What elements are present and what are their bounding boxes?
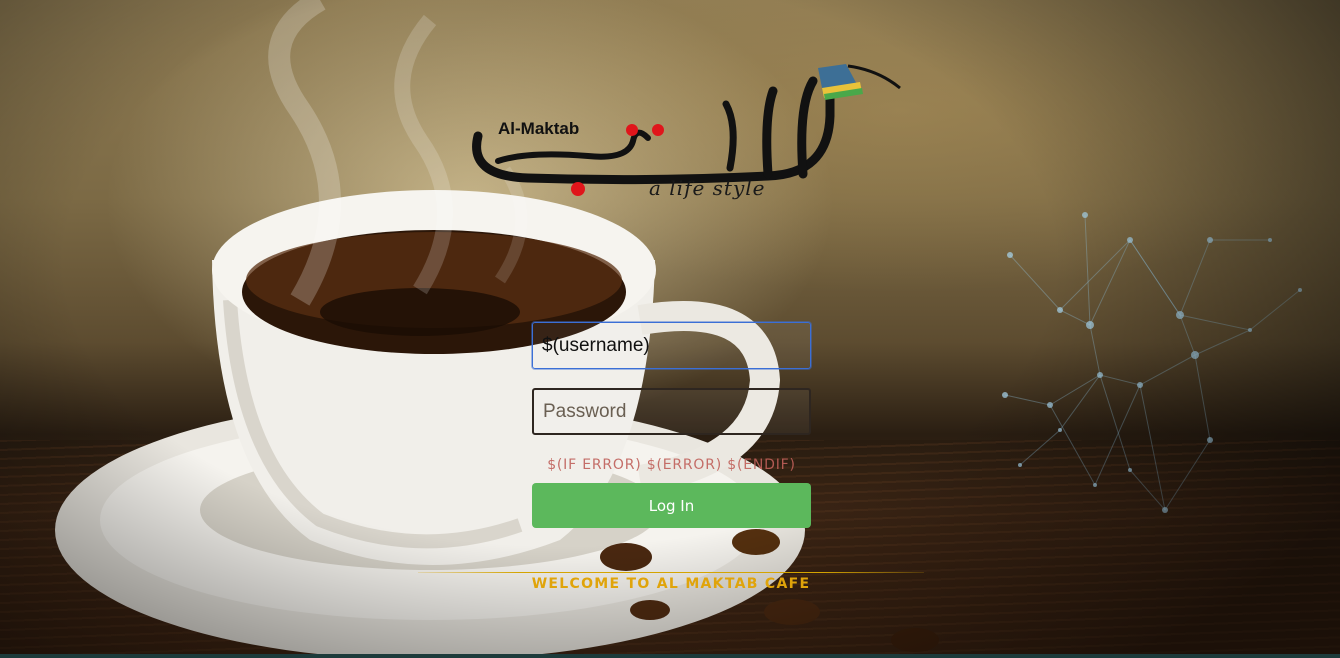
logo-tagline: a life style bbox=[649, 176, 766, 200]
bottom-strip bbox=[0, 654, 1340, 658]
al-maktab-logo: Al-Maktab a life style bbox=[468, 56, 908, 206]
login-button[interactable]: Log In bbox=[532, 483, 811, 528]
divider-line bbox=[418, 572, 924, 573]
logo-latin-name: Al-Maktab bbox=[498, 119, 580, 138]
error-message: $(IF ERROR) $(ERROR) $(ENDIF) bbox=[547, 457, 796, 473]
login-page: Al-Maktab a life style $(IF ERROR) $(ERR… bbox=[0, 0, 1340, 658]
login-form: $(IF ERROR) $(ERROR) $(ENDIF) Log In bbox=[532, 322, 811, 528]
password-field[interactable] bbox=[532, 388, 811, 435]
welcome-text: WELCOME TO AL MAKTAB CAFE bbox=[531, 576, 811, 592]
username-field[interactable] bbox=[532, 322, 811, 369]
